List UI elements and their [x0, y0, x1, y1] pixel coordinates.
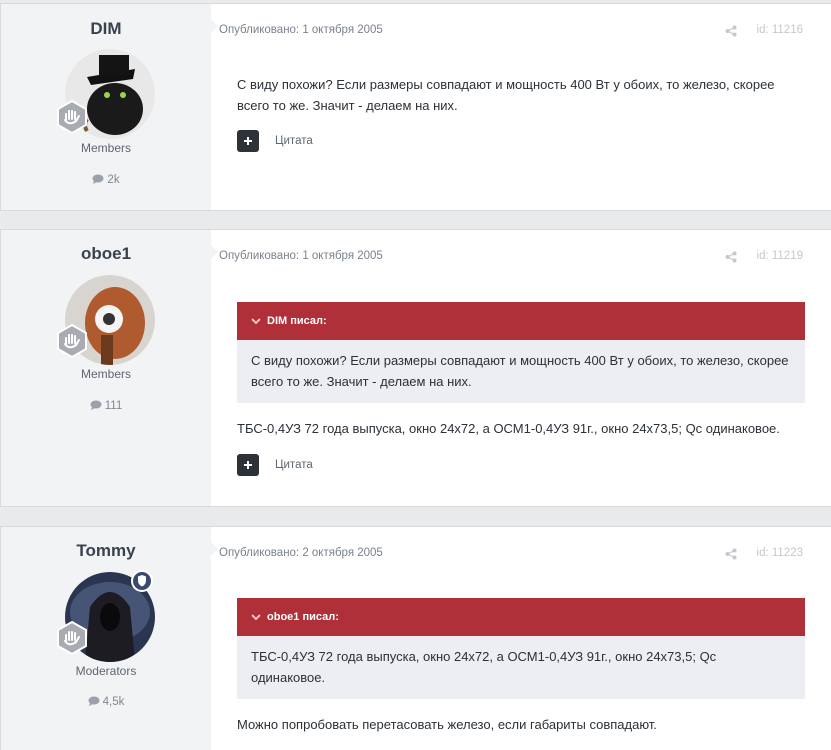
plus-icon	[237, 454, 259, 476]
author-name[interactable]: Tommy	[1, 541, 211, 561]
quote-header[interactable]: DIM писал:	[237, 302, 805, 340]
post-3: Tommy Moderators 4,5k Опубликовано: 2 ок…	[0, 526, 831, 750]
comment-icon	[88, 696, 100, 706]
published-date[interactable]: Опубликовано: 2 октября 2005	[219, 547, 383, 559]
pointer-arrow	[210, 541, 218, 557]
post-id[interactable]: id: 11223	[757, 547, 803, 559]
published-date[interactable]: Опубликовано: 1 октября 2005	[219, 250, 383, 262]
quote-block: DIM писал: С виду похожи? Если размеры с…	[237, 302, 805, 403]
post-content: Опубликовано: 2 октября 2005 id: 11223 o…	[210, 527, 831, 750]
hand-badge-icon	[57, 324, 87, 358]
post-text: С виду похожи? Если размеры совпадают и …	[237, 77, 775, 113]
pointer-arrow	[210, 244, 218, 260]
post-count: 111	[1, 400, 211, 412]
share-icon[interactable]	[725, 251, 737, 263]
quote-button-label: Цитата	[275, 135, 313, 147]
plus-icon	[237, 130, 259, 152]
comment-icon	[90, 400, 102, 410]
share-icon[interactable]	[725, 25, 737, 37]
author-name[interactable]: oboe1	[1, 244, 211, 264]
post-content: Опубликовано: 1 октября 2005 id: 11216 С…	[210, 4, 831, 210]
published-date[interactable]: Опубликовано: 1 октября 2005	[219, 24, 383, 36]
shield-icon	[131, 570, 153, 592]
chevron-down-icon	[251, 613, 261, 620]
quote-block: oboe1 писал: ТБС-0,4УЗ 72 года выпуска, …	[237, 598, 805, 699]
post-2: oboe1 Members 111 Опубликовано: 1 октябр…	[0, 229, 831, 507]
hand-badge-icon	[57, 621, 87, 655]
post-text: ТБС-0,4УЗ 72 года выпуска, окно 24х72, а…	[237, 421, 780, 436]
quote-button[interactable]: Цитата	[237, 454, 313, 476]
quote-header[interactable]: oboe1 писал:	[237, 598, 805, 636]
author-panel: oboe1 Members 111	[1, 230, 211, 506]
post-1: DIM Members 2k Опубликовано: 1 октября 2…	[0, 3, 831, 211]
quote-button-label: Цитата	[275, 459, 313, 471]
post-count-value: 4,5k	[102, 696, 125, 708]
user-group: Members	[80, 367, 131, 381]
user-group: Moderators	[75, 664, 137, 678]
share-icon[interactable]	[725, 548, 737, 560]
post-content: Опубликовано: 1 октября 2005 id: 11219 D…	[210, 230, 831, 506]
post-id[interactable]: id: 11216	[757, 24, 803, 36]
author-panel: Tommy Moderators 4,5k	[1, 527, 211, 750]
quote-button[interactable]: Цитата	[237, 130, 313, 152]
quote-body: ТБС-0,4УЗ 72 года выпуска, окно 24х72, а…	[237, 636, 805, 699]
post-count: 4,5k	[1, 696, 211, 708]
author-panel: DIM Members 2k	[1, 4, 211, 210]
author-name[interactable]: DIM	[1, 19, 211, 39]
user-group: Members	[80, 141, 131, 155]
post-count-value: 111	[104, 400, 123, 412]
post-count-value: 2k	[107, 174, 120, 186]
post-count: 2k	[1, 174, 211, 186]
post-text: Можно попробовать перетасовать железо, е…	[237, 717, 657, 732]
hand-badge-icon	[57, 100, 87, 134]
post-id[interactable]: id: 11219	[757, 250, 803, 262]
quote-header-label: oboe1 писал:	[267, 611, 339, 623]
pointer-arrow	[210, 18, 218, 34]
chevron-down-icon	[251, 317, 261, 324]
quote-body: С виду похожи? Если размеры совпадают и …	[237, 340, 805, 403]
quote-header-label: DIM писал:	[267, 315, 327, 327]
comment-icon	[92, 174, 104, 184]
